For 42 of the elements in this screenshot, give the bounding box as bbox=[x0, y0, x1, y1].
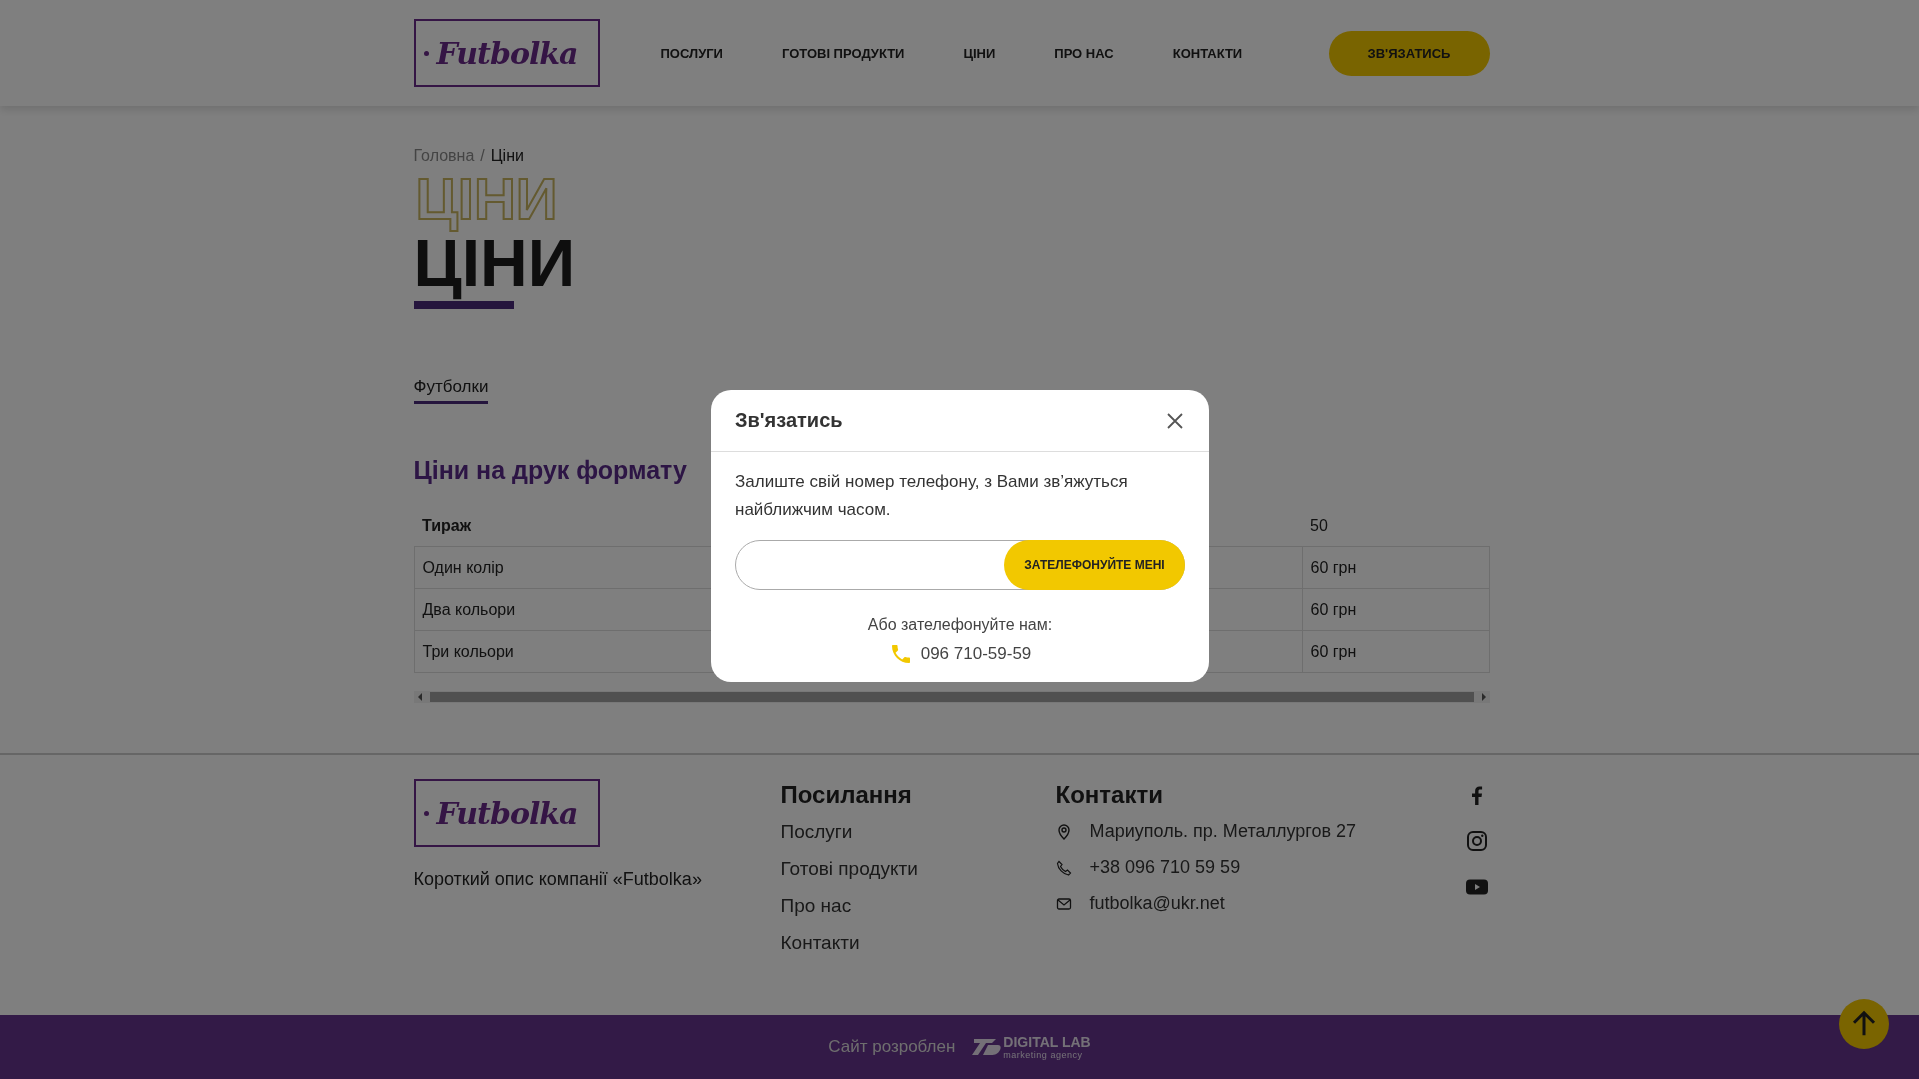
footer-link[interactable]: Послуги bbox=[780, 821, 853, 843]
nav-link[interactable]: ПОСЛУГИ bbox=[660, 45, 723, 61]
nav-link[interactable]: ПРО НАС bbox=[1054, 45, 1114, 61]
table-cell: 60 грн bbox=[1302, 546, 1489, 589]
company-description: Короткий опис компанії «Futbolka» bbox=[413, 869, 702, 890]
modal-overlay[interactable] bbox=[0, 0, 1919, 1079]
breadcrumb-separator: / bbox=[480, 147, 485, 165]
modal-title: Зв'язатись bbox=[735, 409, 843, 432]
footer-link[interactable]: Готові продукти bbox=[780, 858, 918, 880]
links-heading: Посилання bbox=[780, 781, 912, 809]
section-heading: Ціни на друк формату bbox=[413, 456, 687, 485]
close-icon[interactable] bbox=[1165, 410, 1185, 431]
contact-link[interactable]: futbolka@ukr.net bbox=[1089, 893, 1225, 914]
breadcrumb-current[interactable]: Ціни bbox=[490, 147, 524, 165]
envelope-icon bbox=[1055, 895, 1072, 912]
contacts-heading: Контакти bbox=[1055, 781, 1163, 809]
contact-link[interactable]: Мариуполь. пр. Металлургов 27 bbox=[1089, 821, 1357, 842]
footer-link[interactable]: Контакти bbox=[780, 932, 860, 954]
modal-message: Залиште свій номер телефону, з Вами зв’яжуться найближчим часом. bbox=[735, 471, 1129, 521]
table-cell: 60 грн bbox=[1302, 630, 1489, 673]
nav-link[interactable]: ЦІНИ bbox=[963, 45, 996, 61]
table-cell: 60 грн bbox=[1302, 588, 1489, 631]
alternative-text: Або зателефонуйте нам: bbox=[866, 616, 1054, 634]
contact-link[interactable]: +38 096 710 59 59 bbox=[1089, 857, 1241, 878]
developer-logo[interactable]: DIGITAL LAB marketing agency bbox=[971, 1034, 1091, 1060]
call-me-button[interactable]: ЗАТЕЛЕФОНУЙТЕ МЕНІ bbox=[1004, 540, 1185, 590]
futbolka-logo[interactable]: Futbolka bbox=[413, 19, 600, 87]
instagram-icon[interactable] bbox=[1464, 829, 1489, 853]
footer-link[interactable]: Про нас bbox=[780, 895, 852, 917]
scroll-to-top-button[interactable] bbox=[1839, 999, 1889, 1049]
table-header-cell: 50 bbox=[1302, 505, 1489, 547]
nav-link[interactable]: КОНТАКТИ bbox=[1172, 45, 1243, 61]
futbolka-logo[interactable]: Futbolka bbox=[413, 779, 600, 847]
location-pin-icon bbox=[1055, 823, 1072, 840]
credit-text: Сайт розроблен bbox=[828, 1037, 956, 1057]
nav-link[interactable]: ГОТОВІ ПРОДУКТИ bbox=[781, 45, 905, 61]
contact-button[interactable]: ЗВ'ЯЗАТИСЬ bbox=[1328, 30, 1490, 76]
horizontal-scrollbar[interactable] bbox=[413, 691, 1490, 703]
phone-icon bbox=[1055, 859, 1072, 876]
phone-link[interactable]: 096 710-59-59 bbox=[920, 644, 1032, 664]
category-tab[interactable]: Футболки bbox=[413, 377, 489, 404]
breadcrumb-link[interactable]: Головна bbox=[413, 147, 475, 165]
